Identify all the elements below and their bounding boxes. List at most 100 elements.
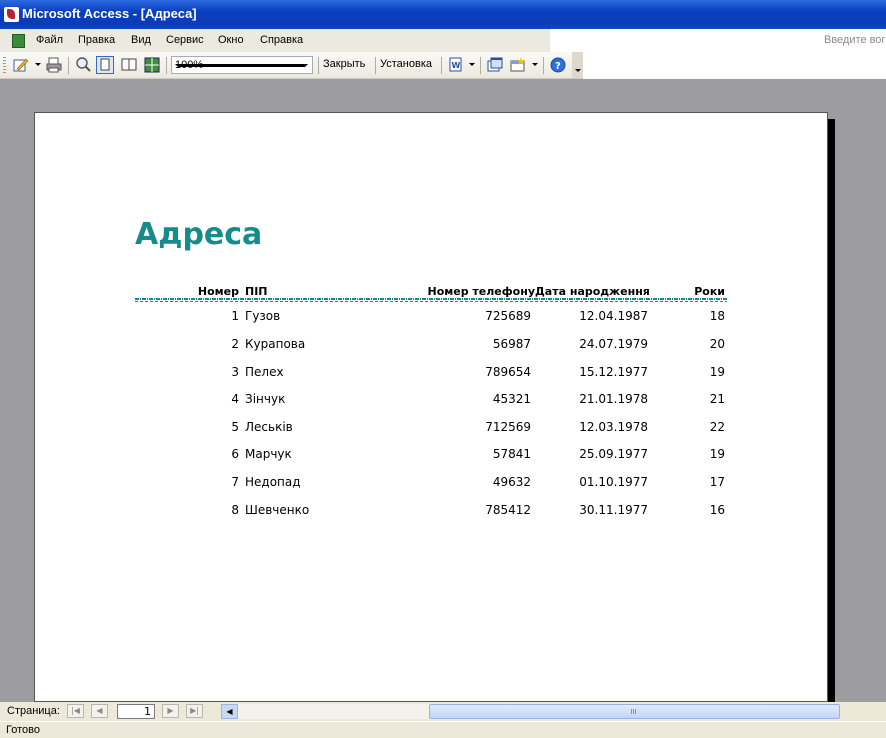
cell-name: Гузов — [245, 309, 281, 323]
horizontal-scroll-thumb[interactable] — [429, 704, 840, 719]
next-page-icon[interactable]: ▶ — [162, 704, 179, 718]
toolbar-separator — [480, 57, 481, 74]
page-number-input[interactable]: 1 — [117, 704, 155, 719]
cell-name: Недопад — [245, 475, 301, 489]
cell-phone: 785412 — [485, 503, 531, 517]
toolbar-grip[interactable] — [3, 57, 6, 74]
help-question-box[interactable]: Введите вог — [824, 34, 885, 46]
print-preview-toolbar: 100% Закрыть Установка W ? — [0, 52, 583, 79]
export-dropdown-arrow[interactable] — [469, 63, 475, 66]
database-window-icon[interactable] — [486, 56, 504, 74]
svg-text:?: ? — [555, 61, 561, 72]
page-label: Страница: — [7, 705, 60, 717]
cell-number: 1 — [231, 309, 239, 323]
first-page-icon[interactable]: |◀ — [67, 704, 84, 718]
two-pages-icon[interactable] — [120, 56, 138, 74]
header-divider-lower — [135, 301, 727, 302]
column-header-birthdate: Дата народження — [535, 285, 650, 298]
cell-name: Пелех — [245, 365, 284, 379]
toolbar-separator — [318, 57, 319, 74]
cell-years: 17 — [709, 475, 725, 489]
cell-name: Леськів — [245, 420, 293, 434]
cell-years: 20 — [709, 337, 725, 351]
column-header-name: ПІП — [245, 285, 268, 298]
toolbar-options-chevron[interactable] — [572, 52, 583, 78]
table-row: 8 Шевченко 785412 30.11.1977 16 — [35, 503, 829, 521]
cell-birthdate: 12.03.1978 — [579, 420, 648, 434]
menu-edit[interactable]: Правка — [78, 34, 115, 46]
toolbar-separator — [166, 57, 167, 74]
chevron-down-icon[interactable] — [175, 64, 308, 67]
view-design-icon[interactable] — [12, 56, 30, 74]
multiple-pages-icon[interactable] — [143, 56, 161, 74]
prev-page-icon[interactable]: ◀ — [91, 704, 108, 718]
cell-years: 22 — [709, 420, 725, 434]
scroll-left-icon[interactable]: ◀ — [221, 704, 238, 719]
svg-text:W: W — [452, 61, 461, 70]
cell-phone: 789654 — [485, 365, 531, 379]
cell-years: 18 — [709, 309, 725, 323]
table-row: 7 Недопад 49632 01.10.1977 17 — [35, 475, 829, 493]
table-row: 3 Пелех 789654 15.12.1977 19 — [35, 365, 829, 383]
cell-number: 8 — [231, 503, 239, 517]
page-setup-button[interactable]: Установка — [380, 58, 432, 70]
menu-file[interactable]: Файл — [36, 34, 63, 46]
title-bar: Microsoft Access - [Адреса] — [0, 0, 886, 29]
cell-name: Шевченко — [245, 503, 310, 517]
help-icon[interactable]: ? — [549, 56, 567, 74]
menu-strip: Файл Правка Вид Сервис Окно Справка — [0, 29, 550, 52]
cell-birthdate: 30.11.1977 — [579, 503, 648, 517]
last-page-icon[interactable]: ▶| — [186, 704, 203, 718]
cell-name: Марчук — [245, 447, 292, 461]
cell-phone: 49632 — [492, 475, 531, 489]
menu-window[interactable]: Окно — [218, 34, 244, 46]
cell-phone: 712569 — [485, 420, 531, 434]
close-button[interactable]: Закрыть — [323, 58, 365, 70]
cell-number: 3 — [231, 365, 239, 379]
column-header-number: Номер — [197, 285, 239, 298]
table-row: 6 Марчук 57841 25.09.1977 19 — [35, 447, 829, 465]
cell-name: Курапова — [245, 337, 306, 351]
cell-name: Зінчук — [245, 392, 286, 406]
report-title: Адреса — [135, 217, 263, 252]
window-title: Microsoft Access - [Адреса] — [22, 6, 197, 21]
toolbar-separator — [375, 57, 376, 74]
cell-phone: 725689 — [485, 309, 531, 323]
zoom-combobox[interactable]: 100% — [171, 56, 313, 74]
cell-phone: 45321 — [492, 392, 531, 406]
page-navigation-bar: Страница: |◀ ◀ 1 ▶ ▶| ◀ — [0, 702, 886, 721]
cell-birthdate: 24.07.1979 — [579, 337, 648, 351]
cell-birthdate: 21.01.1978 — [579, 392, 648, 406]
cell-years: 19 — [709, 365, 725, 379]
menu-help[interactable]: Справка — [260, 34, 303, 46]
new-object-icon[interactable] — [509, 56, 527, 74]
cell-number: 2 — [231, 337, 239, 351]
column-header-years: Роки — [694, 285, 725, 298]
cell-number: 4 — [231, 392, 239, 406]
report-doc-icon[interactable] — [12, 34, 25, 48]
view-dropdown-arrow[interactable] — [35, 63, 41, 66]
table-row: 2 Курапова 56987 24.07.1979 20 — [35, 337, 829, 355]
zoom-magnifier-icon[interactable] — [75, 56, 93, 74]
print-icon[interactable] — [45, 56, 63, 74]
status-text: Готово — [6, 724, 40, 736]
status-bar: Готово — [0, 721, 886, 738]
header-divider — [135, 298, 727, 300]
word-export-icon[interactable]: W — [447, 56, 465, 74]
cell-years: 16 — [709, 503, 725, 517]
cell-years: 21 — [709, 392, 725, 406]
access-app-icon[interactable] — [4, 7, 19, 22]
toolbar-separator — [68, 57, 69, 74]
menu-tools[interactable]: Сервис — [166, 34, 204, 46]
cell-number: 7 — [231, 475, 239, 489]
cell-birthdate: 01.10.1977 — [579, 475, 648, 489]
new-object-dropdown-arrow[interactable] — [532, 63, 538, 66]
cell-birthdate: 15.12.1977 — [579, 365, 648, 379]
cell-number: 5 — [231, 420, 239, 434]
cell-years: 19 — [709, 447, 725, 461]
toolbar-separator — [441, 57, 442, 74]
report-page[interactable]: Адреса Номер ПІП Номер телефону Дата нар… — [34, 112, 828, 702]
one-page-icon[interactable] — [96, 56, 114, 74]
menu-view[interactable]: Вид — [131, 34, 151, 46]
table-row: 1 Гузов 725689 12.04.1987 18 — [35, 309, 829, 327]
